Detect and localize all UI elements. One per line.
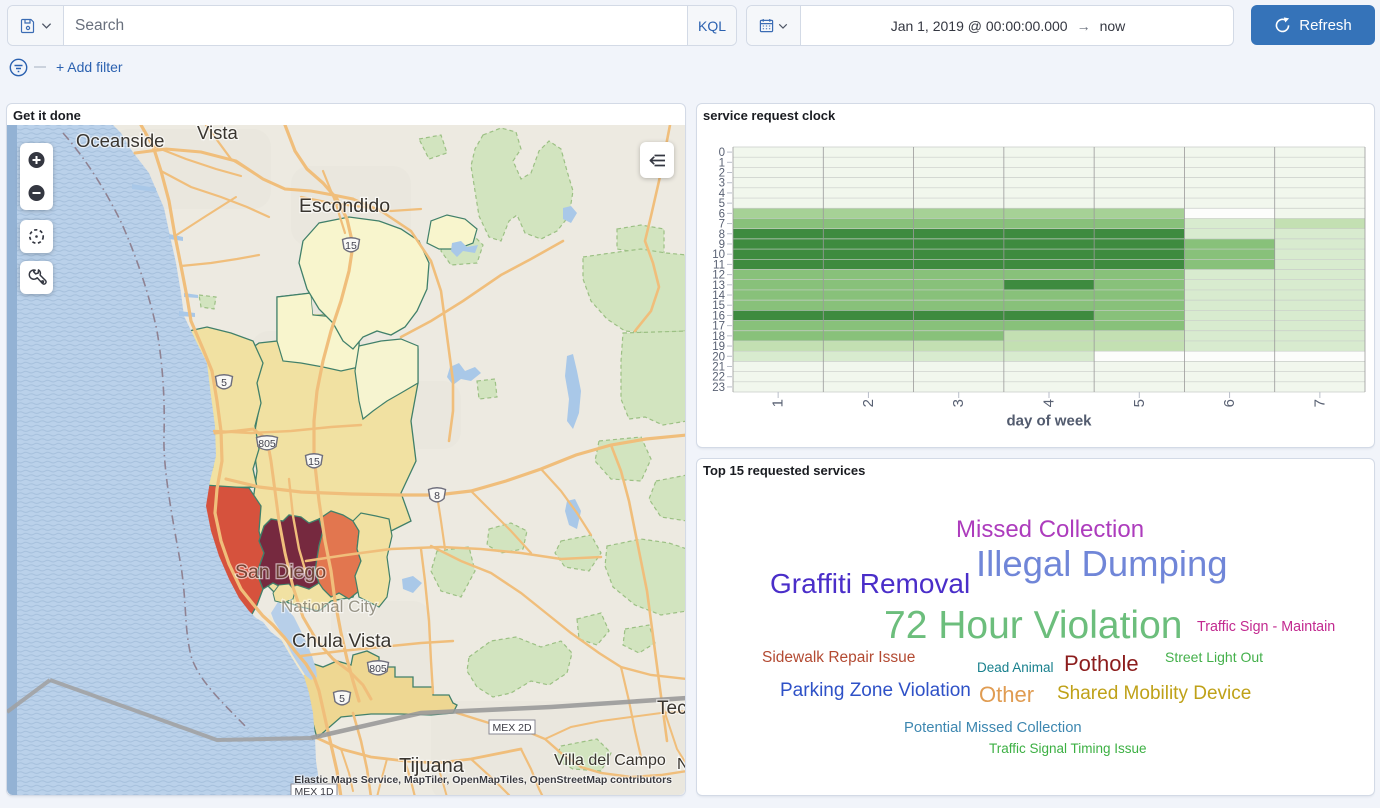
svg-text:3: 3 — [950, 399, 967, 407]
svg-text:805: 805 — [258, 438, 276, 450]
svg-text:Escondido: Escondido — [299, 195, 390, 217]
svg-text:MEX 2D: MEX 2D — [492, 722, 532, 734]
svg-text:MEX 1D: MEX 1D — [294, 786, 334, 795]
svg-text:National City: National City — [281, 597, 378, 616]
svg-text:5: 5 — [339, 693, 345, 705]
svg-text:23: 23 — [712, 382, 725, 394]
svg-text:Vista: Vista — [197, 125, 239, 143]
svg-text:Oceanside: Oceanside — [76, 130, 164, 151]
svg-text:8: 8 — [434, 490, 440, 502]
svg-text:15: 15 — [308, 456, 320, 468]
svg-text:7: 7 — [1311, 399, 1328, 407]
svg-text:San Diego: San Diego — [235, 561, 326, 583]
svg-text:6: 6 — [1221, 399, 1238, 407]
svg-text:5: 5 — [221, 377, 227, 389]
svg-text:Chula Vista: Chula Vista — [292, 630, 392, 652]
svg-text:2: 2 — [860, 399, 877, 407]
svg-text:N: N — [677, 756, 685, 773]
svg-text:Villa del Campo: Villa del Campo — [554, 752, 666, 769]
svg-text:Teca: Teca — [657, 698, 685, 719]
svg-text:15: 15 — [345, 240, 357, 252]
svg-text:5: 5 — [1131, 399, 1148, 407]
svg-text:1: 1 — [770, 399, 787, 407]
svg-text:805: 805 — [369, 663, 387, 675]
svg-text:4: 4 — [1041, 399, 1058, 407]
svg-text:day of week: day of week — [1006, 413, 1092, 430]
